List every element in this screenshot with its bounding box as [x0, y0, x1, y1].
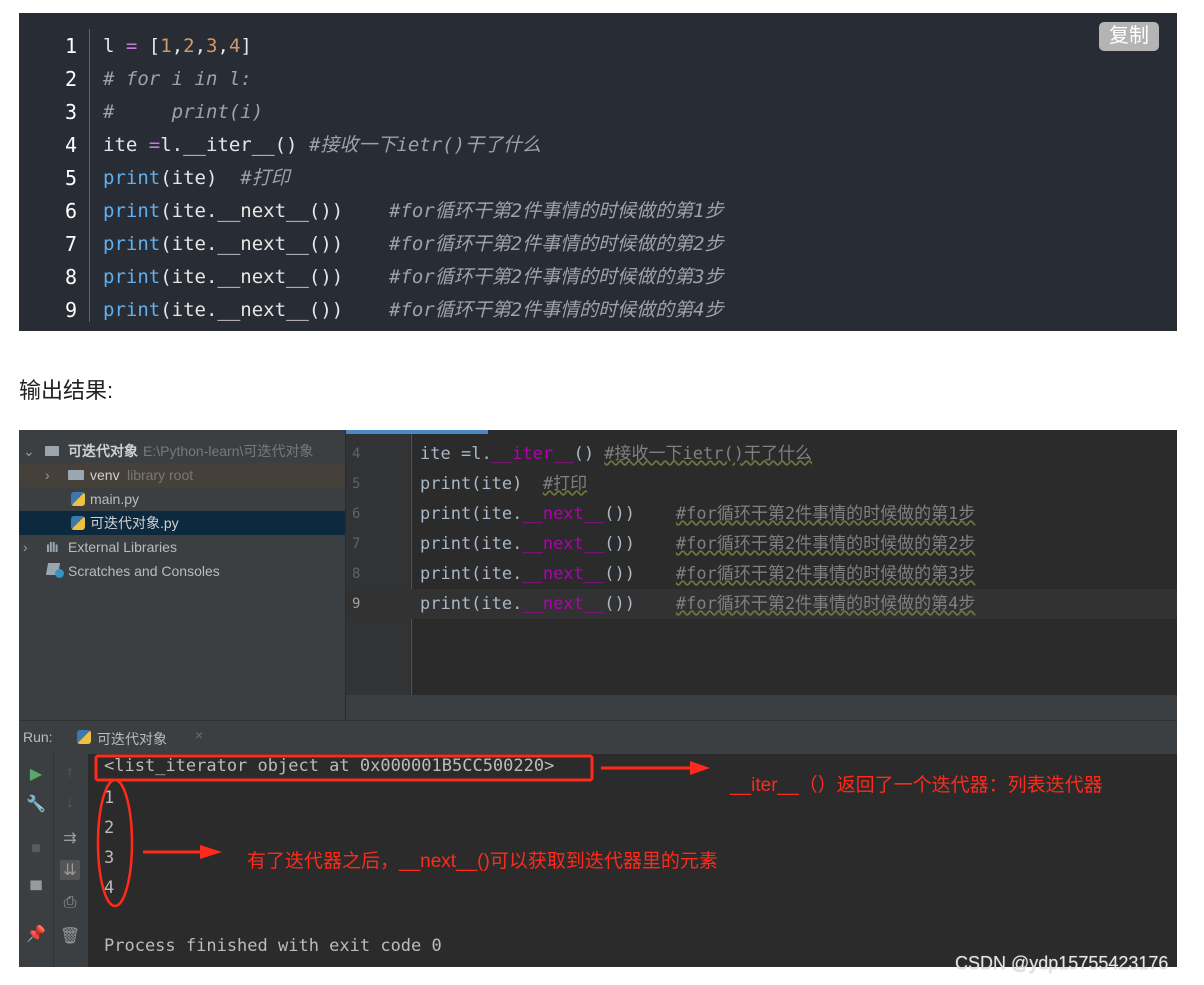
- values-highlight-ellipse: [96, 778, 134, 908]
- watermark: CSDN @ydp15755423176: [955, 953, 1169, 973]
- iterator-highlight-box: [94, 754, 594, 782]
- iter-arrow-head: [690, 761, 710, 775]
- iter-annotation: __iter__（）返回了一个迭代器：列表迭代器: [730, 775, 1103, 796]
- next-arrow-head: [200, 845, 222, 859]
- annotation-overlay: [94, 754, 710, 908]
- next-annotation: 有了迭代器之后，__next__()可以获取到迭代器里的元素: [247, 851, 718, 872]
